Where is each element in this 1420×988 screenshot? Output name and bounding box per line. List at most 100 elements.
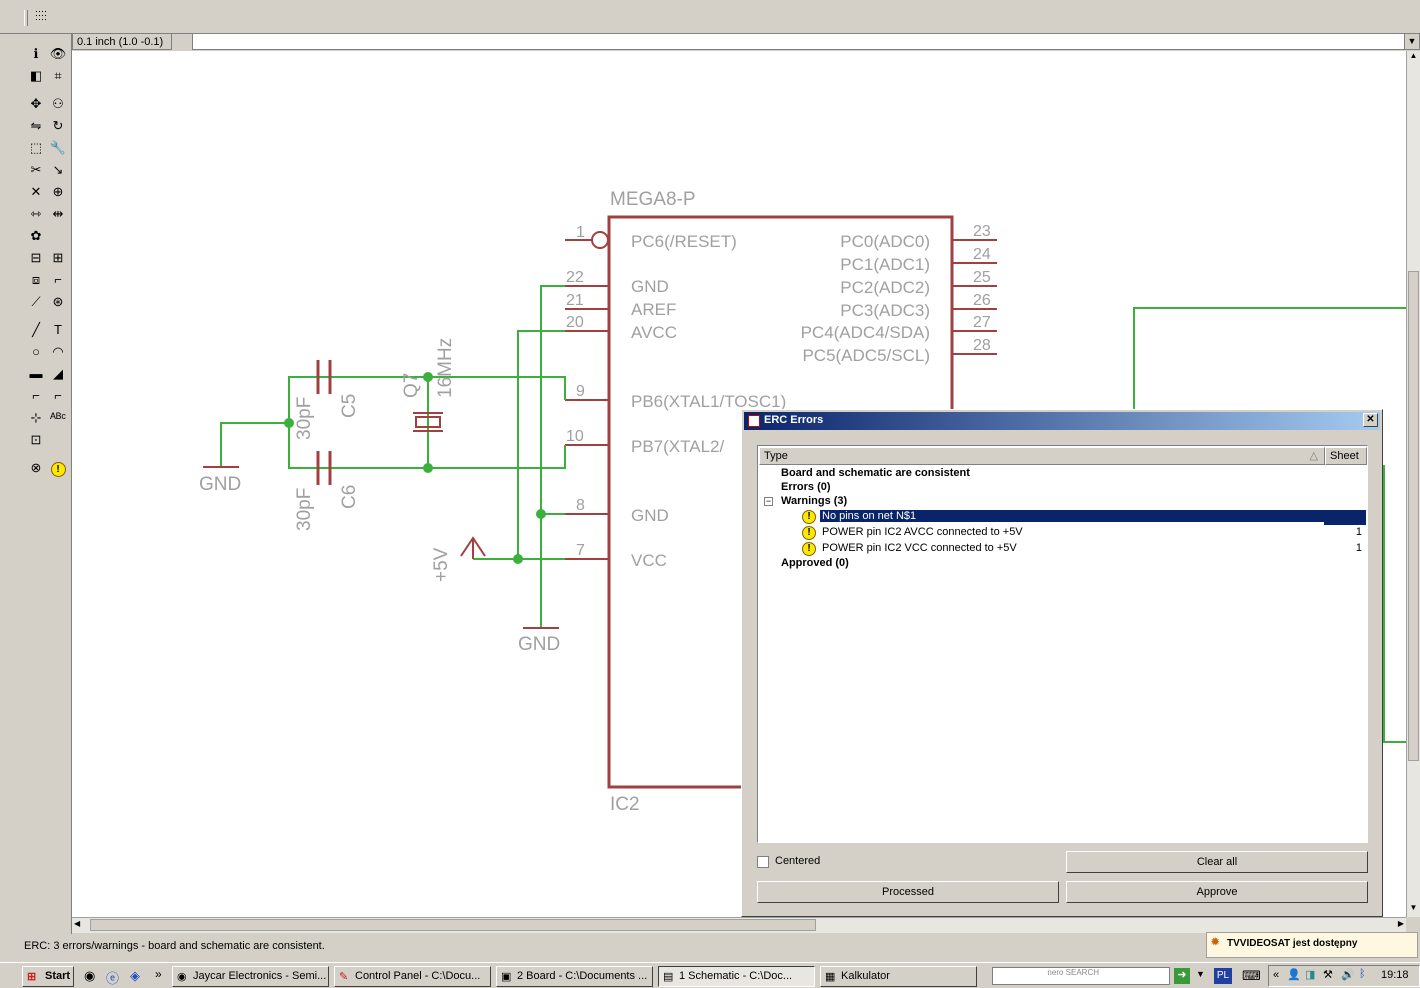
name-icon[interactable]: ⊟: [26, 248, 46, 268]
tool-icon[interactable]: ⚒: [1323, 968, 1333, 981]
close-icon[interactable]: ✕: [1363, 413, 1378, 427]
command-input[interactable]: [192, 33, 1420, 50]
mark-icon[interactable]: ⌗: [48, 66, 68, 86]
clock[interactable]: 19:18: [1381, 969, 1409, 981]
notification-balloon[interactable]: ✹ TVVIDEOSAT jest dostępny: [1206, 932, 1418, 958]
chrome-icon: ◉: [177, 971, 187, 983]
gateswap-icon[interactable]: ⇹: [48, 204, 68, 224]
smash-icon[interactable]: ⧈: [26, 270, 46, 290]
junction-icon[interactable]: ⊹: [26, 408, 46, 428]
tree-item-approved[interactable]: Approved (0): [758, 557, 1366, 572]
column-header-type[interactable]: Type △: [759, 447, 1325, 465]
task-control-panel[interactable]: ✎ Control Panel - C:\Docu...: [334, 966, 491, 987]
dialog-title-bar[interactable]: ERC Errors ✕: [744, 412, 1380, 430]
label-icon[interactable]: ᴬᴮᶜ: [48, 408, 68, 428]
scroll-right-icon[interactable]: ▶: [1398, 919, 1404, 928]
task-label: Control Panel - C:\Docu...: [355, 970, 481, 982]
processed-button[interactable]: Processed: [757, 881, 1059, 903]
show-eye-icon[interactable]: 👁: [48, 44, 68, 64]
network-icon[interactable]: ◨: [1305, 968, 1315, 981]
net-icon[interactable]: ⌐: [48, 386, 68, 406]
copy-icon[interactable]: ⚇: [48, 94, 68, 114]
task-board[interactable]: ▣ 2 Board - C:\Documents ...: [496, 966, 653, 987]
warning-item-1[interactable]: ! No pins on net N$1: [758, 510, 1366, 525]
rect-icon[interactable]: ▬: [26, 364, 46, 384]
tool-palette: ℹ 👁 ◧ ⌗ ✥ ⚇ ⇋ ↻ ⬚ 🔧 ✂ ↘ ✕ ⊕ ⇿ ⇹ ✿ ⊟ ⊞ ⧈ …: [22, 34, 72, 934]
tray-expand-icon[interactable]: «: [1273, 969, 1279, 981]
desktop-icon[interactable]: ◈: [130, 968, 140, 984]
clear-all-button[interactable]: Clear all: [1066, 851, 1368, 873]
horizontal-scroll-thumb[interactable]: [90, 919, 816, 931]
keyboard-icon[interactable]: ⌨: [1242, 968, 1261, 984]
rotate-icon[interactable]: ↻: [48, 116, 68, 136]
bus-icon[interactable]: ⌐: [26, 386, 46, 406]
horizontal-scrollbar[interactable]: ◀ ▶: [72, 917, 1406, 933]
start-button[interactable]: ⊞ Start: [22, 966, 74, 987]
value-icon[interactable]: ⊞: [48, 248, 68, 268]
tree-item-warnings[interactable]: − Warnings (3): [758, 495, 1366, 510]
change-icon[interactable]: 🔧: [48, 138, 68, 158]
task-schematic[interactable]: ▤ 1 Schematic - C:\Doc...: [658, 966, 815, 987]
search-go-icon[interactable]: ➜: [1174, 968, 1190, 984]
miter-icon[interactable]: ⌐: [48, 270, 68, 290]
pin-name: PC3(ADC3): [840, 301, 930, 320]
vertical-scrollbar[interactable]: ▲ ▼: [1406, 51, 1420, 917]
add-icon[interactable]: ⊕: [48, 182, 68, 202]
chrome-icon[interactable]: ◉: [84, 968, 95, 984]
group-icon[interactable]: ⬚: [26, 138, 46, 158]
polygon-icon[interactable]: ◢: [48, 364, 68, 384]
warning-text: POWER pin IC2 VCC connected to +5V: [822, 542, 1017, 554]
pin-name: GND: [631, 506, 669, 525]
wire-icon[interactable]: ╱: [26, 320, 46, 340]
scroll-left-icon[interactable]: ◀: [74, 919, 80, 928]
errors-icon[interactable]: !: [48, 458, 68, 478]
attribute-icon[interactable]: ⊡: [26, 430, 46, 450]
pinswap-icon[interactable]: ⇿: [26, 204, 46, 224]
erc-icon[interactable]: ⊗: [26, 458, 46, 478]
warning-item-2[interactable]: ! POWER pin IC2 AVCC connected to +5V 1: [758, 526, 1366, 541]
user-icon[interactable]: 👤: [1287, 968, 1301, 981]
pin-name: PC5(ADC5/SCL): [802, 346, 930, 365]
collapse-icon[interactable]: −: [764, 497, 773, 506]
warning-item-3[interactable]: ! POWER pin IC2 VCC connected to +5V 1: [758, 542, 1366, 557]
language-indicator[interactable]: PL: [1214, 968, 1232, 984]
more-chevron-icon[interactable]: »: [155, 967, 162, 981]
bluetooth-icon[interactable]: ᛒ: [1359, 968, 1366, 980]
cut-icon[interactable]: ✂: [26, 160, 46, 180]
search-dropdown-icon[interactable]: ▼: [1196, 969, 1205, 979]
arc-icon[interactable]: ◠: [48, 342, 68, 362]
column-type-label: Type: [764, 450, 788, 462]
move-icon[interactable]: ✥: [26, 94, 46, 114]
task-jaycar[interactable]: ◉ Jaycar Electronics - Semi...: [172, 966, 329, 987]
erc-tree-list[interactable]: Type △ Sheet Board and schematic are con…: [757, 445, 1368, 843]
text-icon[interactable]: T: [48, 320, 68, 340]
circle-icon[interactable]: ○: [26, 342, 46, 362]
scroll-down-icon[interactable]: ▼: [1407, 903, 1420, 917]
approve-button[interactable]: Approve: [1066, 881, 1368, 903]
speaker-icon[interactable]: 🔊: [1341, 968, 1355, 981]
delete-icon[interactable]: ✕: [26, 182, 46, 202]
nero-search-input[interactable]: nero SEARCH: [992, 967, 1170, 985]
mirror-icon[interactable]: ⇋: [26, 116, 46, 136]
paste-icon[interactable]: ↘: [48, 160, 68, 180]
invoke-icon[interactable]: ⊛: [48, 292, 68, 312]
vertical-scroll-thumb[interactable]: [1408, 271, 1419, 761]
q-name: Q7: [401, 373, 422, 398]
tree-item-consistent[interactable]: Board and schematic are consistent: [758, 467, 1366, 482]
scroll-up-icon[interactable]: ▲: [1407, 51, 1420, 65]
pin-num: 23: [973, 223, 991, 240]
centered-label: Centered: [775, 855, 821, 867]
column-header-sheet[interactable]: Sheet: [1325, 447, 1367, 465]
ie-icon[interactable]: ⓔ: [106, 968, 119, 987]
centered-checkbox[interactable]: [757, 856, 769, 868]
replace-icon[interactable]: ✿: [26, 226, 46, 246]
command-dropdown-button[interactable]: ▼: [1404, 33, 1420, 50]
task-kalkulator[interactable]: ▦ Kalkulator: [820, 966, 977, 987]
info-icon[interactable]: ℹ: [26, 44, 46, 64]
grid-icon[interactable]: [34, 9, 54, 27]
split-icon[interactable]: ⟋: [26, 292, 46, 312]
tree-item-errors[interactable]: Errors (0): [758, 481, 1366, 496]
warning-sheet: 1: [1355, 526, 1362, 538]
display-layers-icon[interactable]: ◧: [26, 66, 46, 86]
toolbar-grip[interactable]: [24, 10, 28, 26]
